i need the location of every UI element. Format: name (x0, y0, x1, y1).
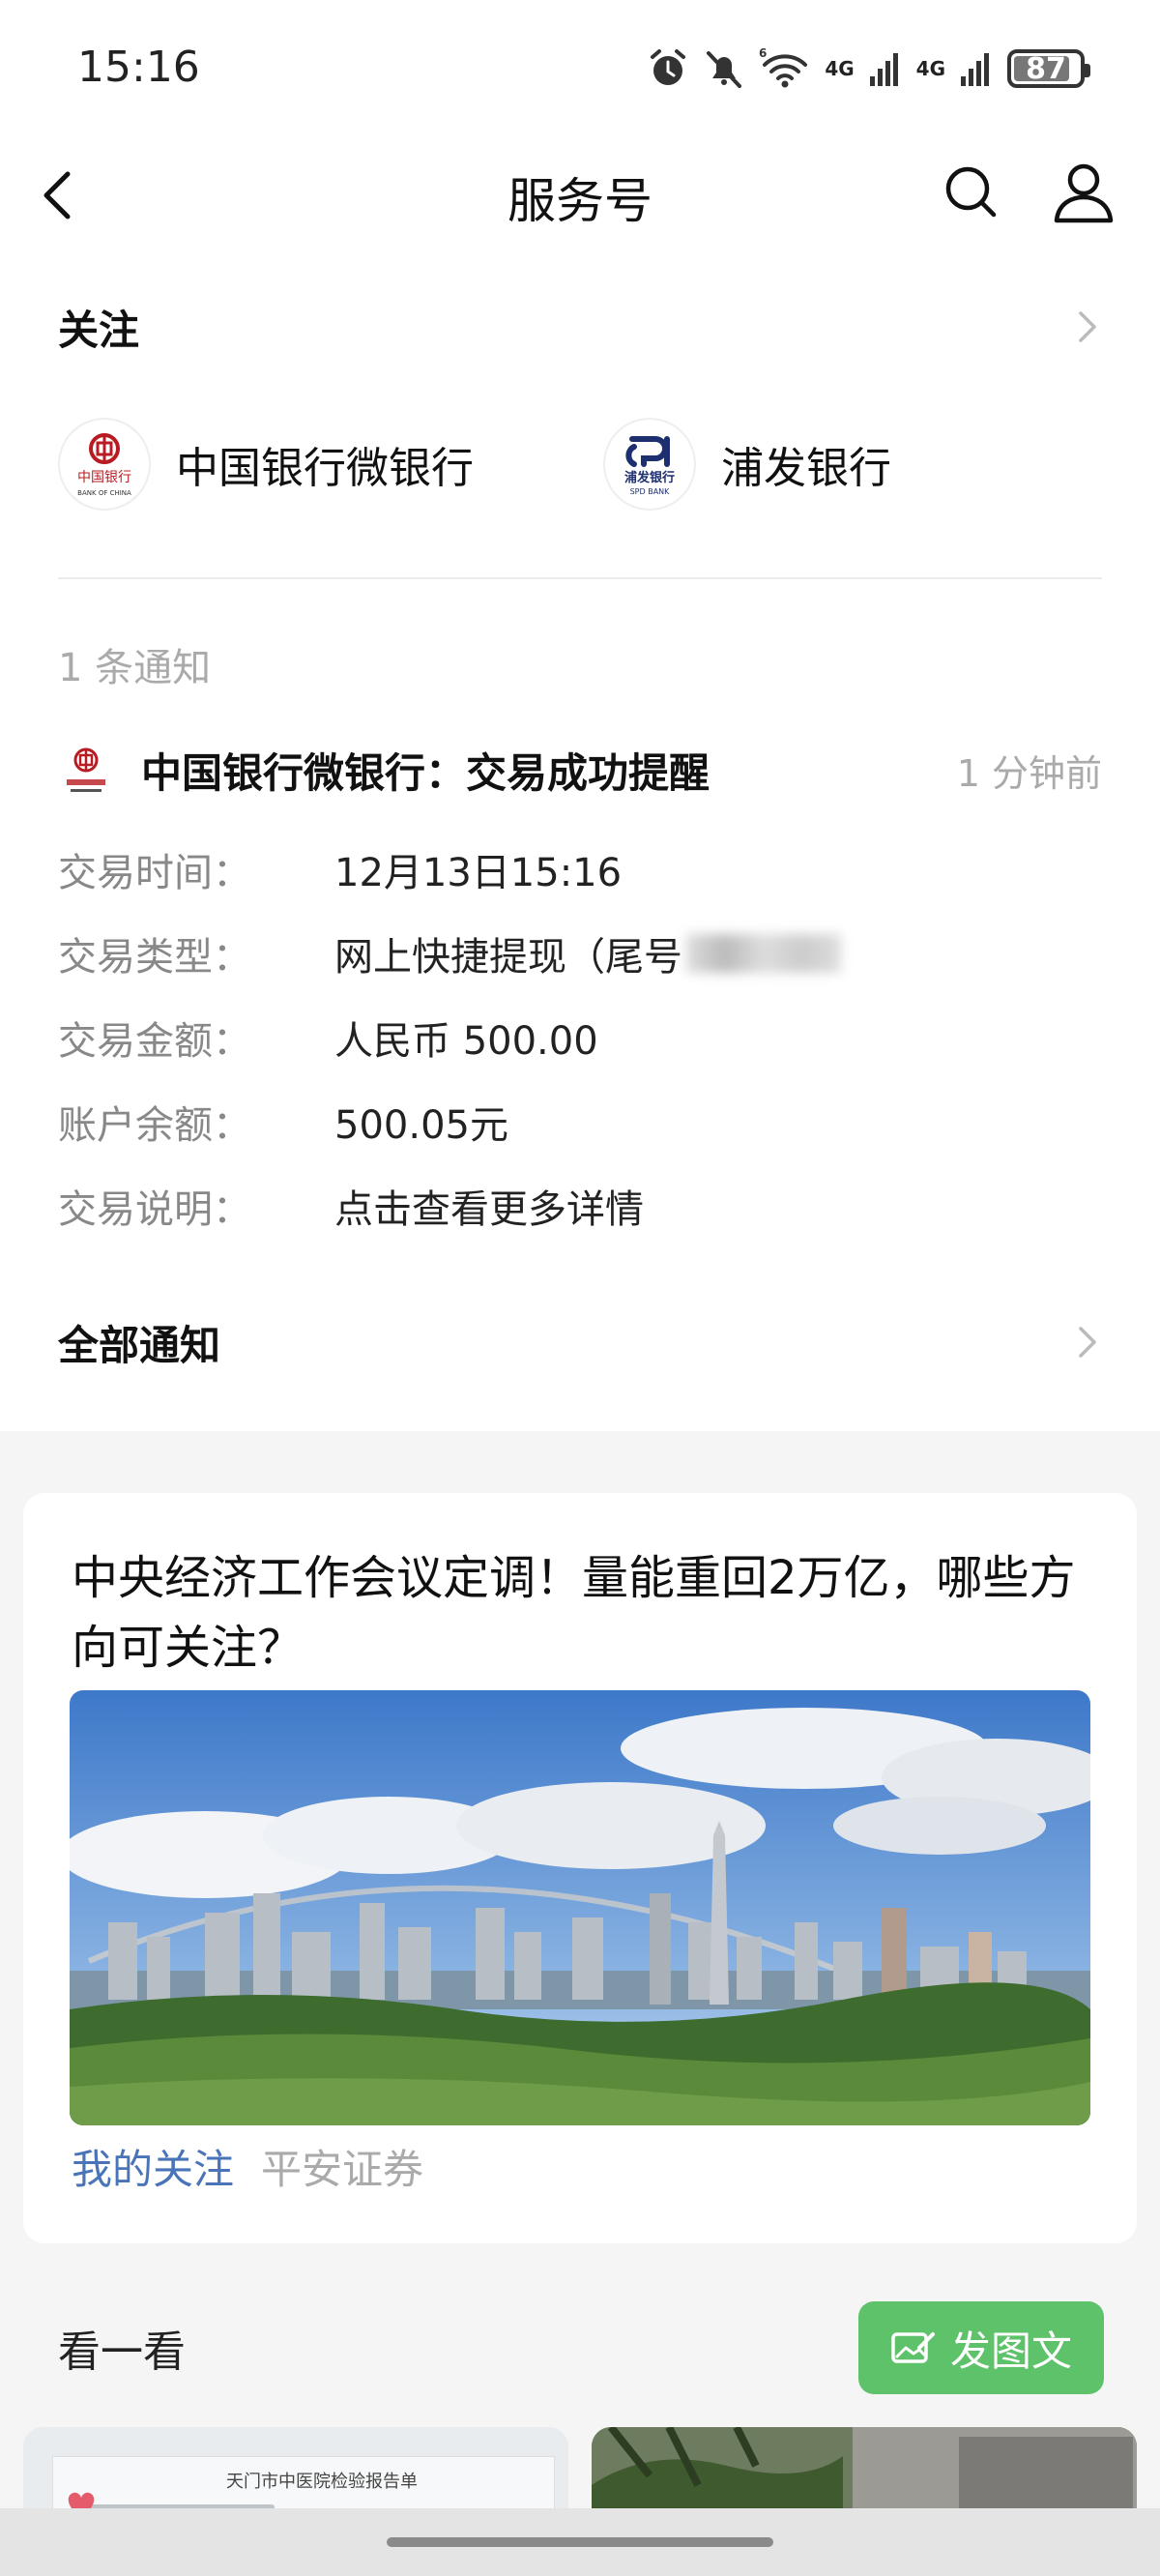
signal-icon (869, 53, 898, 86)
back-button[interactable] (33, 161, 91, 228)
boc-logo (58, 742, 114, 798)
detail-value: 网上快捷提现（尾号 (334, 935, 682, 980)
detail-key: 交易类型： (58, 935, 251, 980)
detail-key: 账户余额： (58, 1103, 251, 1148)
followed-title: 关注 (58, 306, 140, 354)
network-type: 4G (915, 57, 945, 80)
followed-account-spdb[interactable]: 浦发银行 SPD BANK 浦发银行 (603, 416, 891, 512)
status-icons: 6 4G 4G 87 (647, 44, 1090, 93)
detail-row: 交易时间： 12月13日15:16 (58, 835, 622, 903)
spdb-logo-subtext: SPD BANK (630, 487, 671, 496)
notification-title: 中国银行微银行：交易成功提醒 (141, 748, 710, 797)
battery-level: 87 (1026, 51, 1066, 86)
boc-logo-text: 中国银行 (77, 470, 131, 485)
image-edit-icon (891, 2332, 935, 2363)
detail-row: 交易类型： 网上快捷提现（尾号 (58, 920, 841, 987)
followed-account-name: 中国银行微银行 (176, 444, 474, 493)
detail-key: 交易金额： (58, 1019, 251, 1064)
network-type: 4G (825, 57, 855, 80)
article-tags: 我的关注 平安证券 (72, 2137, 423, 2196)
signal-icon (961, 53, 989, 86)
article-card[interactable]: 中央经济工作会议定调！量能重回2万亿，哪些方向可关注？ 我的关注 平安证券 (23, 1493, 1137, 2243)
followed-header[interactable]: 关注 (58, 288, 1102, 366)
my-follow-tag[interactable]: 我的关注 (72, 2137, 234, 2196)
battery-icon: 87 (1007, 49, 1090, 88)
boc-logo-icon: 中国银行 BANK OF CHINA (77, 433, 131, 497)
chevron-right-icon (1079, 311, 1096, 342)
detail-row: 交易金额： 人民币 500.00 (58, 1004, 598, 1071)
notification-header[interactable]: 中国银行微银行：交易成功提醒 1 分钟前 (58, 735, 1102, 805)
detail-key: 交易时间： (58, 851, 251, 895)
profile-button[interactable] (1049, 157, 1118, 228)
notification-count: 1 条通知 (58, 646, 212, 690)
detail-value: 点击查看更多详情 (334, 1187, 644, 1232)
document-heading: 天门市中医院检验报告单 (226, 2472, 418, 2492)
redacted-card-number (686, 934, 841, 973)
detail-row: 账户余额： 500.05元 (58, 1088, 508, 1156)
boc-logo-subtext: BANK OF CHINA (77, 489, 131, 497)
article-cover-image[interactable] (70, 1690, 1090, 2125)
boc-mini-logo-icon (67, 747, 105, 792)
boc-logo: 中国银行 BANK OF CHINA (58, 418, 151, 511)
article-title[interactable]: 中央经济工作会议定调！量能重回2万亿，哪些方向可关注？ (72, 1543, 1106, 1683)
chevron-right-icon (1079, 1327, 1096, 1358)
divider (58, 577, 1102, 579)
post-button-label: 发图文 (949, 2327, 1072, 2375)
home-indicator[interactable] (387, 2537, 773, 2547)
svg-text:6: 6 (759, 47, 767, 60)
search-button[interactable] (938, 159, 1005, 226)
post-image-text-button[interactable]: 发图文 (858, 2301, 1104, 2394)
chevron-left-icon (44, 171, 71, 220)
look-section-title: 看一看 (58, 2327, 186, 2377)
detail-key: 交易说明： (58, 1187, 251, 1232)
followed-account-name: 浦发银行 (721, 444, 891, 493)
source-tag[interactable]: 平安证券 (261, 2137, 423, 2196)
person-icon (1054, 163, 1114, 223)
spdb-logo-icon: 浦发银行 SPD BANK (624, 436, 675, 496)
all-notifications-label: 全部通知 (58, 1321, 221, 1369)
detail-value: 12月13日15:16 (334, 851, 623, 895)
detail-value: 人民币 500.00 (334, 1019, 598, 1064)
followed-account-boc[interactable]: 中国银行 BANK OF CHINA 中国银行微银行 (58, 416, 474, 512)
spdb-logo: 浦发银行 SPD BANK (603, 418, 696, 511)
alarm-icon (651, 49, 686, 85)
city-skyline-image (70, 1690, 1090, 2125)
detail-value: 500.05元 (334, 1103, 508, 1148)
detail-row[interactable]: 交易说明： 点击查看更多详情 (58, 1172, 644, 1240)
status-time: 15:16 (77, 43, 200, 92)
spdb-logo-text: 浦发银行 (624, 470, 675, 485)
mute-icon (707, 51, 742, 88)
status-bar: 15:16 6 4G 4G 87 (0, 0, 1160, 145)
wifi-icon: 6 (759, 47, 808, 88)
notification-time: 1 分钟前 (956, 751, 1102, 795)
search-icon (945, 166, 997, 218)
nav-bar: 服务号 (0, 145, 1160, 242)
all-notifications-link[interactable]: 全部通知 (58, 1303, 1102, 1381)
